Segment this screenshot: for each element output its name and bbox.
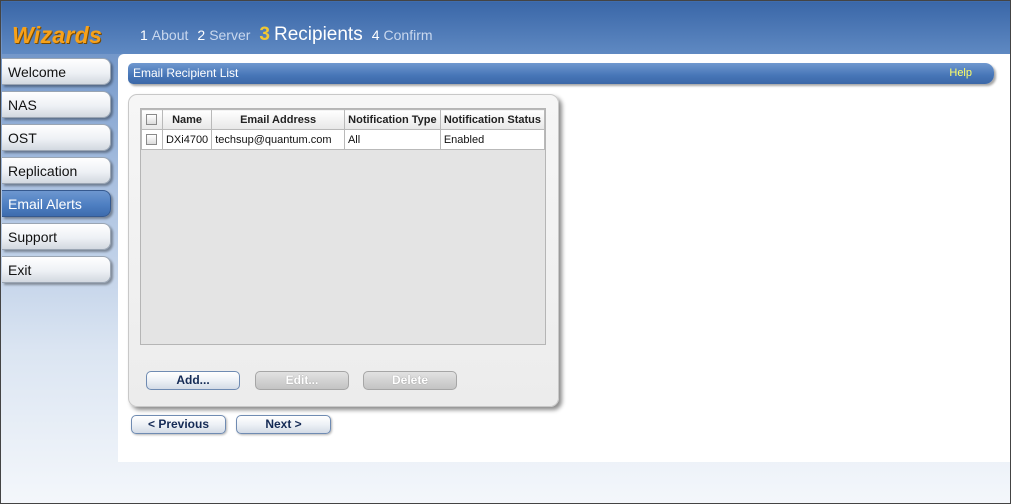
step-number: 1 [140,27,148,43]
sidebar-item-email-alerts[interactable]: Email Alerts [2,190,111,217]
step-confirm: 4 Confirm [372,27,433,43]
add-button[interactable]: Add... [146,371,240,390]
wizard-window: Wizards 1 About 2 Server 3 Recipients 4 … [0,0,1011,504]
panel-title-bar: Email Recipient List Help [128,63,994,84]
recipient-table: Name Email Address Notification Type Not… [141,109,546,150]
column-header-notification-type[interactable]: Notification Type [343,109,441,130]
cell-notification-status: Enabled [439,129,546,150]
panel-title: Email Recipient List [133,66,239,80]
next-button[interactable]: Next > [236,415,331,434]
table-header-row: Name Email Address Notification Type Not… [141,109,546,130]
column-header-email[interactable]: Email Address [211,109,345,130]
wizard-header: Wizards 1 About 2 Server 3 Recipients 4 … [2,2,1010,54]
sidebar-item-exit[interactable]: Exit [2,256,111,283]
recipient-table-area: Name Email Address Notification Type Not… [140,108,546,345]
edit-button[interactable]: Edit... [255,371,349,390]
previous-button[interactable]: < Previous [131,415,226,434]
recipient-group-box: Name Email Address Notification Type Not… [128,94,559,407]
step-label: Server [209,27,251,43]
column-header-notification-status[interactable]: Notification Status [439,109,546,130]
sidebar-item-replication[interactable]: Replication [2,157,111,184]
step-label: Recipients [274,24,363,45]
sidebar-nav: Welcome NAS OST Replication Email Alerts… [2,58,112,289]
help-link[interactable]: Help [949,67,972,79]
cell-notification-type: All [343,129,441,150]
cell-email: techsup@quantum.com [211,129,345,150]
select-all-cell [141,109,163,130]
step-recipients: 3 Recipients [259,24,362,46]
step-number: 3 [259,24,270,45]
sidebar-item-ost[interactable]: OST [2,124,111,151]
row-checkbox[interactable] [146,134,158,146]
wizards-logo: Wizards [12,22,103,48]
sidebar-item-welcome[interactable]: Welcome [2,58,111,85]
sidebar-item-nas[interactable]: NAS [2,91,111,118]
step-about: 1 About [140,27,188,43]
column-header-name[interactable]: Name [161,109,213,130]
sidebar-item-support[interactable]: Support [2,223,111,250]
delete-button[interactable]: Delete [363,371,457,390]
step-label: Confirm [383,27,433,43]
wizard-steps: 1 About 2 Server 3 Recipients 4 Confirm [140,24,442,46]
step-label: About [151,27,189,43]
row-select-cell [141,129,163,150]
step-number: 4 [371,27,380,43]
step-server: 2 Server [197,27,250,43]
select-all-checkbox[interactable] [146,114,158,126]
table-row[interactable]: DXi4700 techsup@quantum.com All Enabled [141,129,546,150]
cell-name: DXi4700 [161,129,213,150]
content-panel: Email Recipient List Help Name Email Add… [118,54,1010,462]
step-number: 2 [197,27,206,43]
